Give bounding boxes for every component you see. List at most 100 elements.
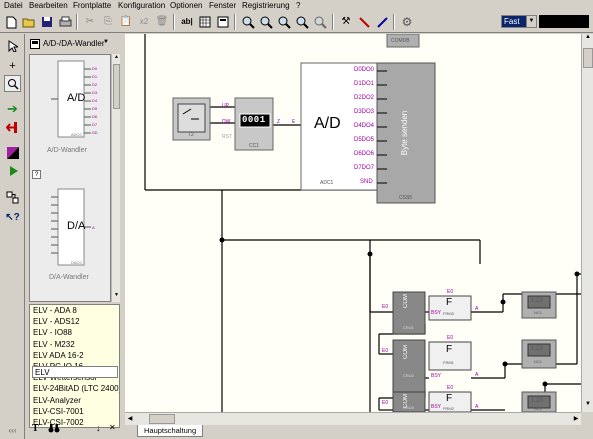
com-block xyxy=(392,339,426,393)
canvas-vscroll-thumb[interactable] xyxy=(583,48,593,68)
play-green-icon[interactable] xyxy=(4,162,21,179)
chevron-down-icon[interactable]: ▼ xyxy=(113,292,120,301)
menu-help[interactable]: ? xyxy=(296,1,300,10)
svg-text:D2: D2 xyxy=(92,82,98,87)
library-preview-caption: D/A-Wandler xyxy=(49,274,89,281)
save-icon[interactable] xyxy=(39,14,55,30)
menu-optionen[interactable]: Optionen xyxy=(170,1,202,10)
open-icon[interactable] xyxy=(21,14,37,30)
list-item[interactable]: ELV ADA 16-2 xyxy=(30,350,119,361)
print-icon[interactable] xyxy=(57,14,73,30)
library-category-dropdown[interactable]: A/D-/DA-Wandler ▼ xyxy=(26,36,121,52)
svg-text:D6: D6 xyxy=(92,114,98,119)
chevron-down-icon[interactable]: ▼ xyxy=(526,16,536,27)
chevron-up-icon[interactable]: ▲ xyxy=(583,34,593,44)
menu-bearbeiten[interactable]: Bearbeiten xyxy=(29,1,68,10)
chevron-right-icon[interactable]: ▶ xyxy=(571,413,581,425)
tools-icon[interactable]: ⚒ xyxy=(338,14,354,30)
adc-in: E xyxy=(292,119,296,125)
chevron-down-icon[interactable]: ▼ xyxy=(103,39,109,45)
frm-label: F xyxy=(446,297,453,308)
list-item[interactable]: ELV - IO88 xyxy=(30,327,119,338)
tab-hauptschaltung[interactable]: Hauptschaltung xyxy=(137,425,204,437)
duplicate-icon[interactable]: x2 xyxy=(136,14,152,30)
crosshair-icon[interactable]: + xyxy=(4,57,21,74)
library-scroll-thumb[interactable] xyxy=(113,64,120,109)
svg-text:SD: SD xyxy=(92,130,98,135)
adc-output-pin: D6DO6 xyxy=(354,151,375,157)
magnifier-icon[interactable] xyxy=(4,75,21,92)
library-preview-item[interactable]: D0 D1 D2 D3 D4 D5 D6 D7 SD A/D ADC0 A/D-Wandler xyxy=(30,55,110,167)
menu-registrierung[interactable]: Registrierung xyxy=(242,1,290,10)
chevron-down-icon[interactable]: ▼ xyxy=(583,401,593,411)
help-badge[interactable]: ? xyxy=(32,170,41,179)
library-preview-item[interactable]: A D/A DAC0 D/A-Wandler xyxy=(30,183,110,301)
library-folder-icon xyxy=(30,39,40,49)
canvas-hscroll-thumb[interactable] xyxy=(149,414,175,424)
cut-icon[interactable]: ✂ xyxy=(82,14,98,30)
svg-text:D4: D4 xyxy=(92,98,98,103)
binoculars-icon[interactable] xyxy=(48,422,60,434)
schematic-canvas[interactable]: COMDB T2 UP DW RST 0001 CC1 Z E A/D ADC1… xyxy=(125,34,581,412)
collapse-left-icon[interactable]: ‹‹‹ xyxy=(4,422,21,439)
grid-icon[interactable] xyxy=(197,14,213,30)
arrow-right-icon[interactable]: ➔ xyxy=(4,100,21,117)
text-icon[interactable]: ab| xyxy=(179,14,195,30)
copy-icon[interactable]: ⎘ xyxy=(100,14,116,30)
frontpanel-icon[interactable] xyxy=(215,14,231,30)
scroll-corner xyxy=(581,412,593,425)
paste-icon[interactable]: 📋 xyxy=(118,14,134,30)
menu-fenster[interactable]: Fenster xyxy=(209,1,236,10)
list-item[interactable]: ELV - M232 xyxy=(30,339,119,350)
canvas-horizontal-scrollbar[interactable]: ◀ ▶ xyxy=(125,412,581,425)
wire-color-icon[interactable] xyxy=(374,14,390,30)
list-item[interactable]: ELV-CSI-7001 xyxy=(30,406,119,417)
library-panel: A/D-/DA-Wandler ▼ D0 D1 D2 D3 D4 D5 D6 D7 SD A/D… xyxy=(26,34,121,439)
display-value: 1.23 xyxy=(531,298,543,304)
settings-icon[interactable]: ⚙ xyxy=(399,14,415,30)
com-label: COM xyxy=(403,345,409,359)
counter-out: Z xyxy=(277,119,281,125)
frm-out: A xyxy=(475,372,479,378)
zoom-all-icon[interactable] xyxy=(294,14,310,30)
color-swatch-icon[interactable] xyxy=(4,144,21,161)
new-icon[interactable] xyxy=(3,14,19,30)
toolbar-separator xyxy=(76,14,78,30)
list-item[interactable]: ELV-Analyzer xyxy=(30,395,119,406)
menu-datei[interactable]: Datei xyxy=(4,1,23,10)
delete-icon[interactable]: 🗑 xyxy=(154,14,170,30)
menu-frontplatte[interactable]: Frontplatte xyxy=(73,1,111,10)
list-item[interactable]: ELV - ADA 8 xyxy=(30,305,119,316)
toolbar-separator xyxy=(173,14,175,30)
zoom-out-icon[interactable] xyxy=(258,14,274,30)
library-search-input[interactable]: ELV xyxy=(32,366,118,378)
frm-out: A xyxy=(475,404,479,410)
list-item[interactable]: ELV - ADS12 xyxy=(30,316,119,327)
zoom-in-icon[interactable] xyxy=(240,14,256,30)
chevron-up-icon[interactable]: ▲ xyxy=(113,54,120,63)
com-in: E0 xyxy=(382,304,389,310)
frm-label: F xyxy=(446,344,453,355)
library-preview-ref: ADC0 xyxy=(71,132,82,137)
frm-ref: FRM2 xyxy=(443,406,454,411)
exit-red-icon[interactable] xyxy=(4,119,21,136)
adc-output-pin: D2DO2 xyxy=(354,95,375,101)
list-item[interactable]: ELV-24BitAD (LTC 2400) xyxy=(30,383,119,394)
library-preview-ref: DAC0 xyxy=(71,260,82,265)
pointer-icon[interactable] xyxy=(4,37,21,54)
probe-icon[interactable] xyxy=(356,14,372,30)
chevron-left-icon[interactable]: ◀ xyxy=(125,413,135,425)
close-icon[interactable]: ✕ xyxy=(109,423,116,432)
connect-blocks-icon[interactable] xyxy=(4,189,21,206)
zoom-page-icon[interactable] xyxy=(312,14,328,30)
zoom-fit-icon[interactable] xyxy=(276,14,292,30)
menu-konfiguration[interactable]: Konfiguration xyxy=(118,1,165,10)
adc-symbol: A/D xyxy=(314,115,341,132)
library-scrollbar[interactable]: ▲ ▼ xyxy=(111,54,120,302)
text-tool-icon[interactable]: T xyxy=(32,423,39,434)
pin-icon[interactable]: ↓ xyxy=(96,423,101,433)
canvas-vertical-scrollbar[interactable]: ▲ ▼ xyxy=(581,34,593,412)
speed-select[interactable]: Fast ▼ xyxy=(501,15,537,28)
display-value: 1.23 xyxy=(531,346,543,352)
context-help-icon[interactable]: ↖? xyxy=(4,209,21,226)
